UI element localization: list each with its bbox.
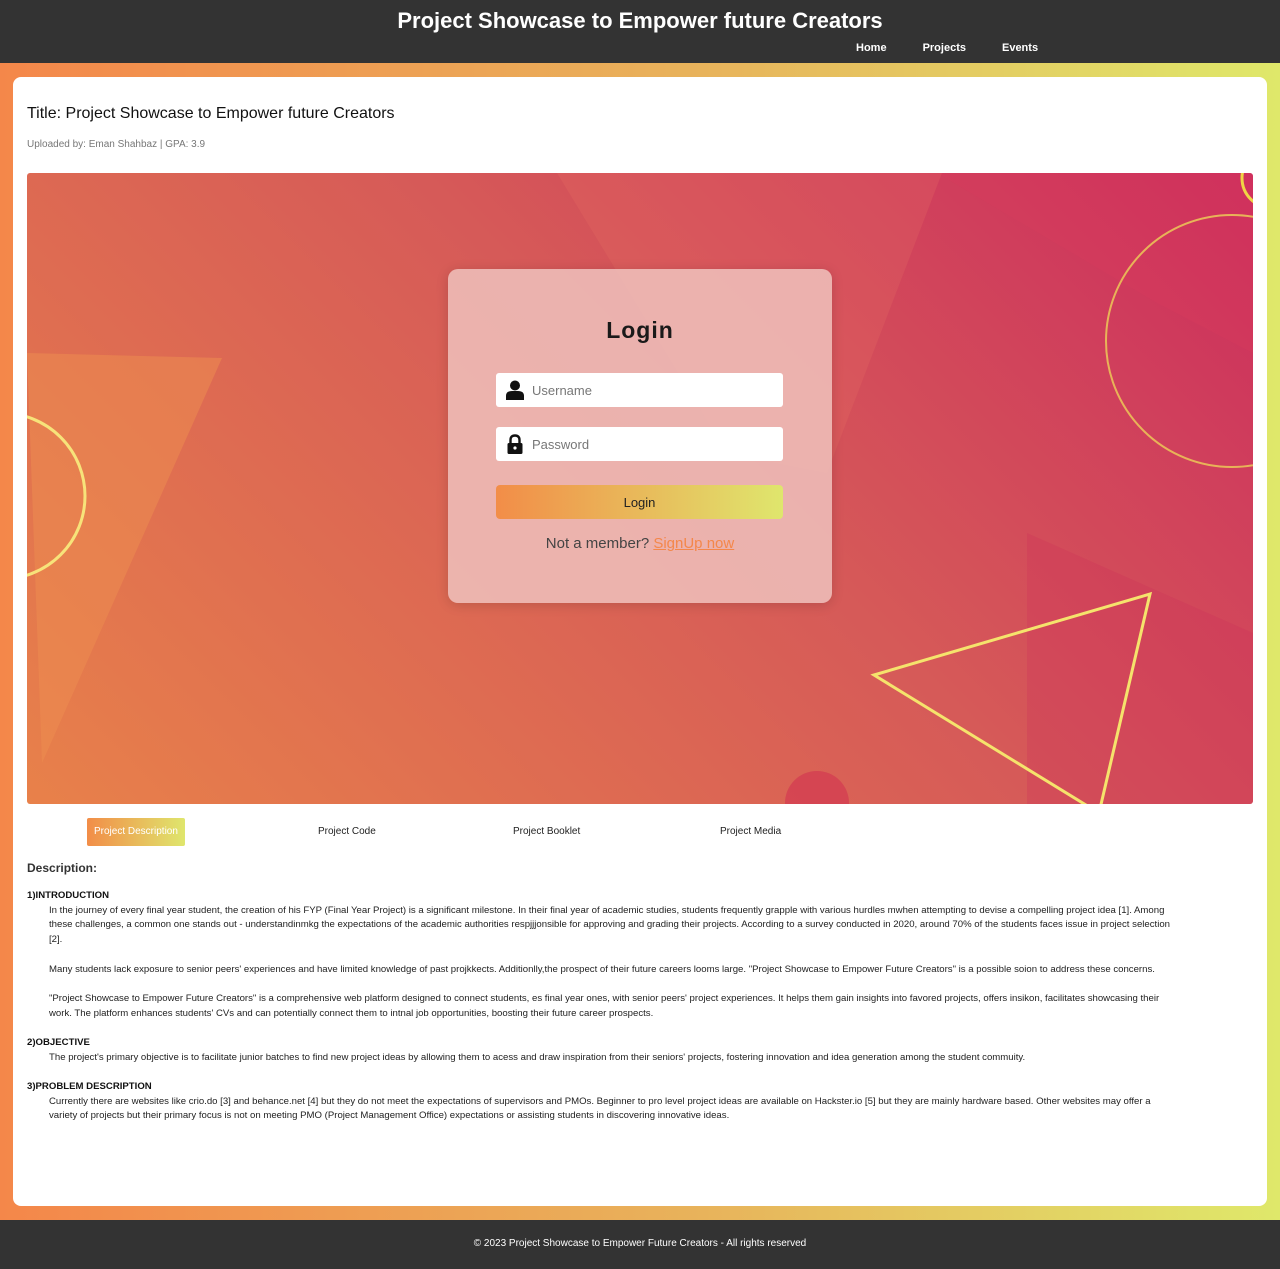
intro-paragraph: "Project Showcase to Empower Future Crea… [49, 992, 1160, 1019]
signup-link[interactable]: SignUp now [653, 535, 734, 552]
objective-paragraph: The project's primary objective is to fa… [49, 1051, 1026, 1063]
footer: © 2023 Project Showcase to Empower Futur… [0, 1220, 1280, 1269]
user-icon [506, 380, 524, 400]
problem-paragraph: Currently there are websites like crio.d… [49, 1095, 1151, 1122]
username-input[interactable] [532, 373, 777, 407]
tab-project-media[interactable]: Project Media [720, 818, 781, 846]
password-field[interactable] [496, 427, 783, 461]
top-navbar: Project Showcase to Empower future Creat… [0, 0, 1280, 63]
login-form: Login Login Not a member? SignUp n [448, 269, 832, 603]
project-screenshot: Login Login Not a member? SignUp n [27, 173, 1253, 804]
footer-copyright: © 2023 Project Showcase to Empower Futur… [473, 1238, 807, 1249]
section-heading-problem: 3)PROBLEM DESCRIPTION [27, 1081, 152, 1093]
section-heading-objective: 2)OBJECTIVE [27, 1036, 90, 1048]
intro-paragraph: Many students lack exposure to senior pe… [49, 963, 1155, 975]
tab-project-code[interactable]: Project Code [318, 818, 376, 846]
signup-prompt: Not a member? SignUp now [448, 535, 832, 552]
site-title: Project Showcase to Empower future Creat… [397, 8, 883, 33]
tab-project-booklet[interactable]: Project Booklet [513, 818, 580, 846]
not-member-text: Not a member? [545, 535, 650, 552]
description-sections: 1)INTRODUCTION In the journey of every f… [27, 889, 1177, 1124]
nav-home[interactable]: Home [838, 42, 905, 54]
description-label: Description: [27, 861, 98, 875]
nav-projects[interactable]: Projects [905, 42, 984, 54]
password-input[interactable] [532, 427, 777, 461]
username-field[interactable] [496, 373, 783, 407]
login-heading: Login [606, 317, 674, 343]
intro-paragraph: In the journey of every final year stude… [49, 904, 1171, 946]
project-title: Title: Project Showcase to Empower futur… [27, 105, 395, 122]
uploaded-by: Uploaded by: Eman Shahbaz | GPA: 3.9 [27, 139, 206, 150]
main-nav: Home Projects Events [838, 42, 1056, 54]
login-button[interactable]: Login [496, 485, 783, 519]
section-heading-introduction: 1)INTRODUCTION [27, 890, 110, 901]
nav-events[interactable]: Events [984, 42, 1056, 54]
lock-icon [507, 434, 523, 454]
project-card: Title: Project Showcase to Empower futur… [13, 77, 1267, 1206]
tab-project-description[interactable]: Project Description [87, 818, 185, 846]
